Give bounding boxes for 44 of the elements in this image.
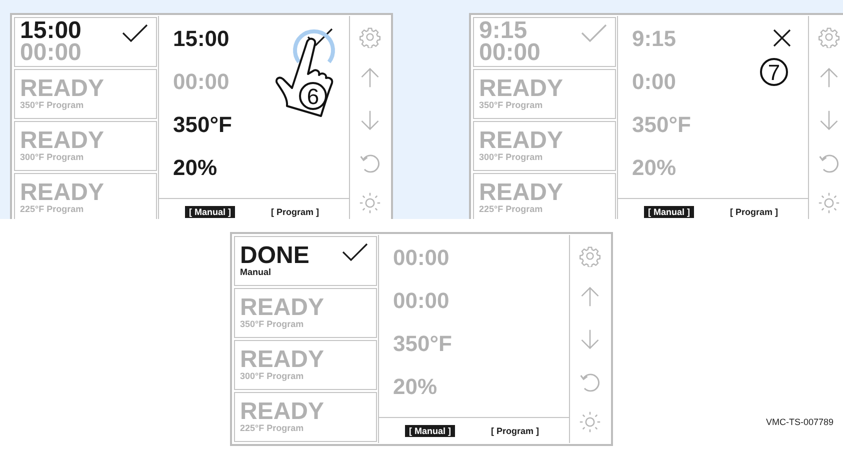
mode-tab[interactable]: [ Manual ] [644,206,694,218]
display-value: 20% [393,373,438,401]
brightness-icon[interactable] [818,192,840,214]
settings-icon[interactable] [818,26,840,48]
display-value: 00:00 [393,244,450,272]
callout-number: 6 [299,82,327,110]
program-card[interactable]: READY 350°F Program [234,288,377,338]
display-value: 15:00 [173,25,230,53]
program-card[interactable]: READY 300°F Program [473,121,616,171]
display-value: 350°F [393,330,452,358]
settings-icon[interactable] [359,26,381,48]
display-value: 20% [173,154,218,182]
program-card[interactable]: READY 225°F Program [234,392,377,442]
mode-tab[interactable]: [ Program ] [486,424,543,436]
program-card[interactable]: 15:00 00:00 [14,17,157,67]
mode-tab[interactable]: [ Program ] [726,206,782,218]
up-arrow-icon[interactable] [579,286,601,308]
program-card[interactable]: READY 350°F Program [473,69,616,119]
mode-tab[interactable]: [ Manual ] [404,424,455,436]
program-card[interactable]: 9:15 00:00 [473,17,616,67]
down-arrow-icon[interactable] [359,108,381,131]
brightness-icon[interactable] [359,192,381,214]
program-card[interactable]: READY 300°F Program [234,340,377,390]
display-value: 00:00 [173,68,230,96]
settings-icon[interactable] [579,244,601,267]
figure-id: VMC-TS-007789 [766,417,834,427]
program-card[interactable]: DONE Manual [234,236,377,286]
display-value: 9:15 [632,25,676,53]
program-card[interactable]: READY 300°F Program [14,121,157,171]
callout-number: 7 [760,58,788,86]
mode-tab[interactable]: [ Program ] [266,206,323,218]
display-value: 350°F [173,111,232,139]
display-value: 00:00 [393,287,450,315]
down-arrow-icon[interactable] [818,108,840,131]
up-arrow-icon[interactable] [359,67,381,90]
down-arrow-icon[interactable] [579,328,601,350]
display-value: 20% [632,154,676,182]
mode-tab[interactable]: [ Manual ] [184,206,235,218]
close-icon [772,28,792,48]
program-card[interactable]: READY 350°F Program [14,69,157,119]
up-arrow-icon[interactable] [818,67,840,90]
display-value: 350°F [632,111,691,139]
display-value: 0:00 [632,68,676,96]
brightness-icon[interactable] [579,411,601,434]
